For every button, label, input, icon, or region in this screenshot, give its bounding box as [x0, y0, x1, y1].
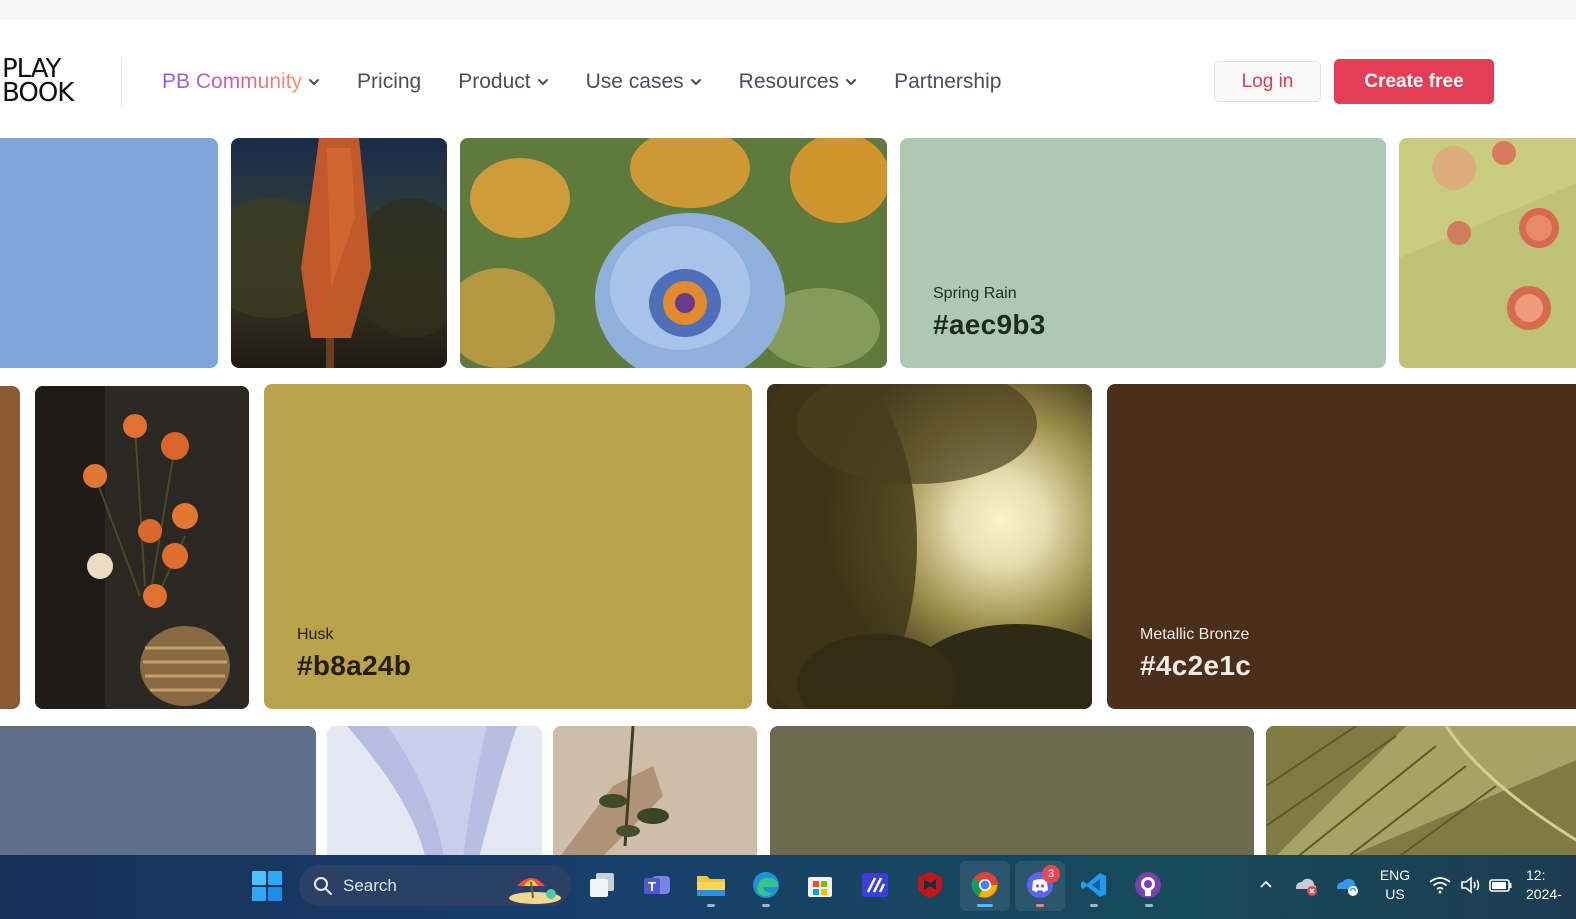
mcafee-icon[interactable] — [913, 868, 947, 902]
running-indicator — [707, 904, 715, 907]
nav-pb-community-label: PB Community — [162, 70, 303, 93]
nav-use-cases[interactable]: Use cases — [586, 70, 702, 94]
nav-partnership-label: Partnership — [894, 70, 1002, 93]
photo-illustration — [553, 726, 757, 866]
windows-start-icon[interactable] — [251, 870, 283, 902]
chevron-down-icon — [690, 76, 702, 88]
logo-divider — [121, 57, 122, 107]
task-view-icon[interactable] — [585, 868, 619, 902]
search-highlight-beach-icon — [507, 868, 563, 904]
app-icon[interactable] — [858, 868, 892, 902]
running-indicator — [1036, 904, 1044, 907]
file-explorer-icon[interactable] — [694, 868, 728, 902]
color-tile-blue[interactable] — [0, 138, 218, 368]
swatch-hex: #aec9b3 — [933, 309, 1046, 340]
color-tile-olive[interactable] — [770, 726, 1254, 866]
photo-tile-blue-poppy[interactable] — [460, 138, 887, 368]
photo-illustration — [231, 138, 447, 368]
login-button[interactable]: Log in — [1214, 61, 1321, 102]
photo-tile-palm-leaf[interactable] — [1266, 726, 1576, 866]
running-indicator — [1090, 904, 1098, 907]
chevron-up-icon[interactable] — [1251, 868, 1281, 902]
teams-icon[interactable]: T — [640, 868, 674, 902]
color-tile-spring-rain[interactable]: Spring Rain #aec9b3 — [900, 138, 1386, 368]
svg-text:T: T — [648, 879, 656, 894]
chevron-down-icon — [308, 76, 320, 88]
wifi-icon[interactable] — [1425, 868, 1455, 902]
photo-illustration — [1266, 726, 1576, 866]
site-header: PLAY BOOK PB Community Pricing Product U… — [0, 20, 1576, 144]
playbook-logo[interactable]: PLAY BOOK — [2, 56, 74, 108]
taskbar-search-label: Search — [343, 875, 397, 895]
photo-tile-grapefruit[interactable] — [1399, 138, 1576, 368]
color-tile-brown-edge[interactable] — [0, 386, 20, 709]
swatch-label: Husk #b8a24b — [297, 626, 411, 682]
photo-illustration — [327, 726, 542, 866]
photo-illustration — [1399, 138, 1576, 368]
browser-top-strip — [0, 0, 1576, 20]
windows-taskbar: Search T 3 ENG US 12: 2024- — [0, 855, 1576, 919]
nav-product[interactable]: Product — [458, 70, 548, 94]
photo-illustration — [767, 384, 1092, 709]
onedrive-error-icon[interactable] — [1290, 868, 1320, 902]
store-icon[interactable] — [803, 868, 837, 902]
swatch-hex: #4c2e1c — [1140, 650, 1252, 681]
discord-badge: 3 — [1042, 865, 1060, 883]
nav-pricing-label: Pricing — [357, 70, 422, 93]
logo-line-2: BOOK — [2, 78, 74, 108]
color-tile-husk[interactable]: Husk #b8a24b — [264, 384, 752, 709]
running-indicator — [762, 904, 770, 907]
photo-tile-woman-orange-dress[interactable] — [231, 138, 447, 368]
edge-icon[interactable] — [749, 868, 783, 902]
volume-icon[interactable] — [1456, 868, 1486, 902]
language-line-2: US — [1385, 886, 1405, 902]
nav-resources-label: Resources — [738, 70, 840, 93]
color-tile-metallic-bronze[interactable]: Metallic Bronze #4c2e1c — [1107, 384, 1576, 709]
vscode-icon[interactable] — [1077, 868, 1111, 902]
swatch-name: Spring Rain — [933, 285, 1017, 302]
swatch-label: Metallic Bronze #4c2e1c — [1140, 626, 1251, 682]
nav-resources[interactable]: Resources — [739, 70, 857, 94]
swatch-name: Husk — [297, 626, 334, 643]
photo-tile-hand-stem[interactable] — [553, 726, 757, 866]
nav-use-cases-label: Use cases — [585, 70, 684, 93]
language-indicator[interactable]: ENG US — [1376, 866, 1414, 904]
search-icon — [313, 876, 333, 896]
main-nav: PB Community Pricing Product Use cases R… — [162, 68, 1038, 96]
nav-product-label: Product — [458, 70, 531, 93]
nav-pricing[interactable]: Pricing — [357, 70, 421, 94]
swatch-label: Spring Rain #aec9b3 — [933, 285, 1046, 341]
running-indicator — [977, 904, 993, 907]
photo-illustration — [35, 386, 249, 709]
swatch-name: Metallic Bronze — [1140, 626, 1250, 643]
language-line-1: ENG — [1379, 867, 1411, 883]
taskbar-search-box[interactable]: Search — [299, 865, 571, 906]
create-free-button[interactable]: Create free — [1334, 59, 1494, 104]
battery-icon[interactable] — [1486, 868, 1516, 902]
chrome-icon[interactable] — [968, 868, 1002, 902]
color-tile-slate[interactable] — [0, 726, 316, 866]
clock-date: 2024- — [1526, 886, 1562, 902]
github-icon[interactable] — [1131, 868, 1165, 902]
nav-partnership[interactable]: Partnership — [894, 70, 1001, 94]
swatch-hex: #b8a24b — [297, 650, 412, 681]
photo-tile-lavender-fabric[interactable] — [327, 726, 542, 866]
photo-tile-sunlit-trees[interactable] — [767, 384, 1092, 709]
onedrive-sync-icon[interactable] — [1331, 868, 1361, 902]
clock-time: 12: — [1526, 867, 1546, 883]
clock[interactable]: 12: 2024- — [1526, 866, 1576, 904]
photo-tile-orange-poppies[interactable] — [35, 386, 249, 709]
chevron-down-icon — [537, 76, 549, 88]
chevron-down-icon — [845, 76, 857, 88]
photo-illustration — [460, 138, 887, 368]
nav-pb-community[interactable]: PB Community — [162, 70, 320, 94]
running-indicator — [1145, 904, 1153, 907]
